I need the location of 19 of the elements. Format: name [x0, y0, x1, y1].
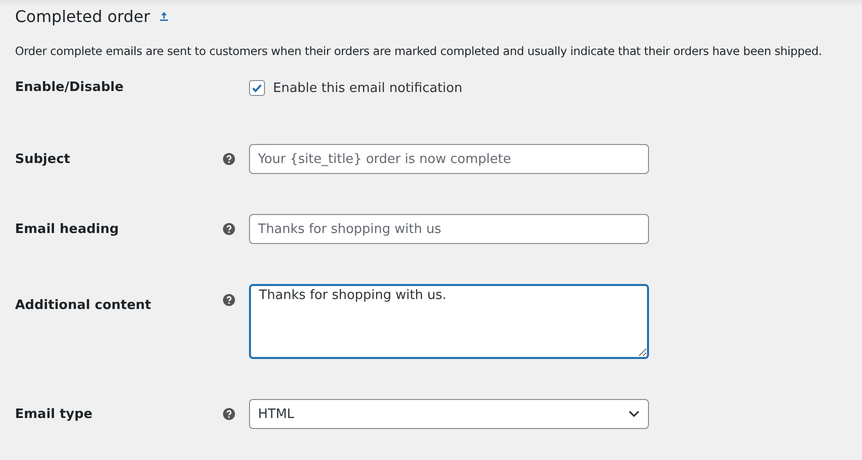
section-description: Order complete emails are sent to customers when their orders are marked completed and usually indicate that their orders have been shipped. — [15, 44, 822, 58]
enable-checkbox[interactable]: Enable this email notification — [249, 80, 462, 96]
field-label: Subject — [15, 151, 72, 167]
help-icon — [223, 223, 235, 235]
select-field[interactable]: HTML — [249, 399, 649, 429]
help-icon — [223, 294, 235, 306]
textarea-field[interactable]: Thanks for shopping with us. — [249, 284, 649, 359]
section-title: Completed order — [15, 6, 150, 26]
up-arrow-link-icon[interactable] — [159, 11, 170, 21]
text-field[interactable]: Your {site_title} order is now complete — [249, 144, 649, 174]
help-icon — [223, 153, 235, 165]
field-label: Email type — [15, 406, 94, 422]
field-label: Additional content — [15, 297, 152, 313]
field-label: Email heading — [15, 221, 120, 237]
text-field[interactable]: Thanks for shopping with us — [249, 214, 649, 244]
help-icon — [223, 408, 235, 420]
check-icon — [251, 82, 263, 94]
field-label: Enable/Disable — [15, 80, 125, 95]
chevron-down-icon — [628, 410, 640, 418]
